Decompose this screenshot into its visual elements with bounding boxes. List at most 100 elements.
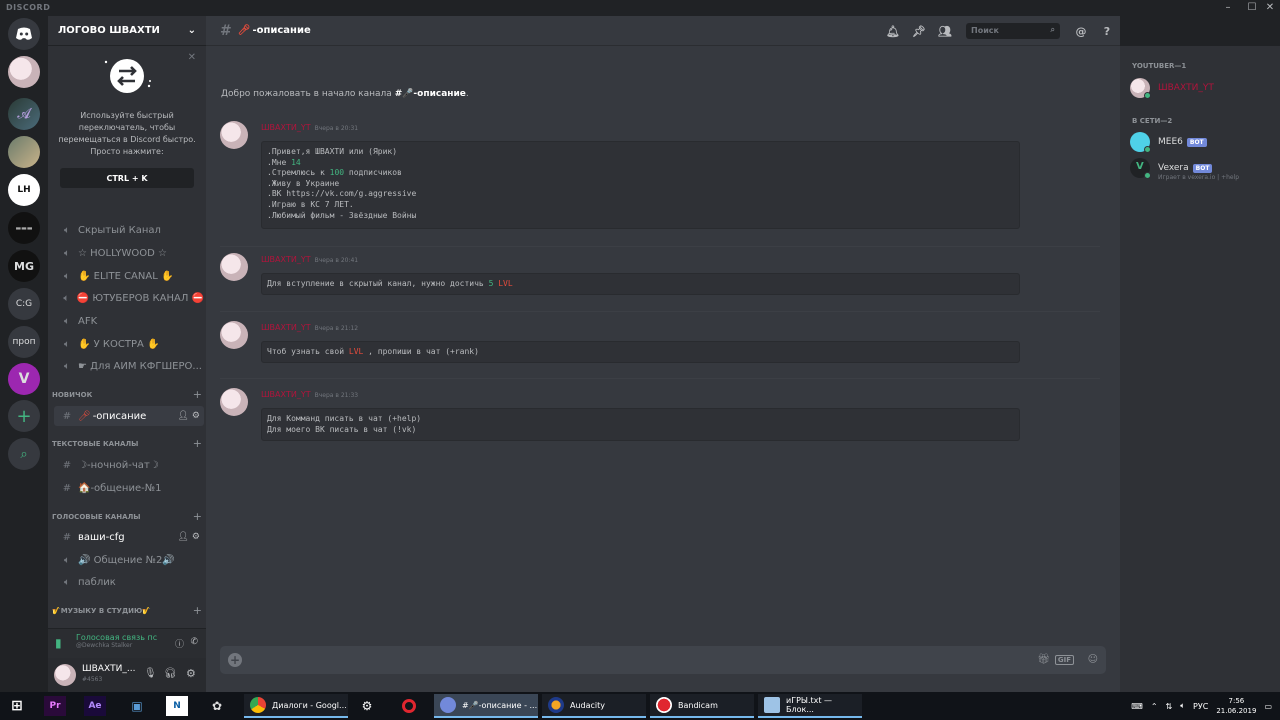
- invite-settings-icons[interactable]: 👤︎ ⚙: [178, 532, 200, 542]
- welcome-channel[interactable]: #🎤-описание: [395, 89, 466, 99]
- close-icon[interactable]: ✕: [188, 52, 196, 63]
- author-name[interactable]: ШВАХТИ_YT: [261, 390, 311, 399]
- speaker-icon: 🔈︎: [64, 315, 70, 327]
- gift-icon[interactable]: 🎁︎: [1037, 654, 1050, 665]
- invite-settings-icons[interactable]: 👤︎ ⚙: [178, 411, 200, 421]
- taskbar-task-notepad[interactable]: иГРЫ.txt — Блок...: [758, 694, 862, 718]
- category-novichok[interactable]: НОВИЧОК +: [52, 388, 202, 401]
- maximize-button[interactable]: ☐: [1244, 1, 1260, 15]
- add-channel-icon[interactable]: +: [193, 388, 202, 401]
- discord-home-button[interactable]: [8, 18, 40, 50]
- category-music[interactable]: 🎷МУЗЫКУ В СТУДИЮ🎷 +: [52, 604, 202, 617]
- avatar[interactable]: [220, 121, 248, 149]
- add-channel-icon[interactable]: +: [193, 437, 202, 450]
- app-brand: DISCORD: [6, 3, 51, 12]
- voice-channel[interactable]: 🔈︎ Скрытый Канал: [54, 220, 204, 240]
- channel-general[interactable]: # 🏠-общение-№1: [54, 478, 204, 498]
- bell-icon[interactable]: 🔔︎: [880, 25, 906, 38]
- opera-icon[interactable]: [398, 696, 420, 716]
- opera-ring: [402, 699, 416, 713]
- app-icon[interactable]: ✿: [206, 696, 228, 716]
- avatar[interactable]: [54, 664, 76, 686]
- server-icon[interactable]: MG: [8, 250, 40, 282]
- add-channel-icon[interactable]: +: [193, 510, 202, 523]
- category-text[interactable]: ТЕКСТОВЫЕ КАНАЛЫ +: [52, 437, 202, 450]
- voice-channel[interactable]: 🔈︎ ✋ У КОСТРА ✋: [54, 334, 204, 354]
- disconnect-icon[interactable]: ✆: [190, 637, 198, 647]
- taskbar-task-chrome[interactable]: Диалоги - Googl...: [244, 694, 348, 718]
- app-icon[interactable]: N: [166, 696, 188, 716]
- shortcut-key: CTRL + K: [60, 168, 194, 188]
- taskbar-task-audacity[interactable]: Audacity: [542, 694, 646, 718]
- category-voice[interactable]: ГОЛОСОВЫЕ КАНАЛЫ +: [52, 510, 202, 523]
- network-icon[interactable]: ⇅: [1166, 702, 1173, 711]
- taskbar-task-discord[interactable]: #🎤-описание - ...: [434, 694, 538, 718]
- close-button[interactable]: ✕: [1262, 1, 1278, 15]
- server-icon[interactable]: V: [8, 363, 40, 395]
- discord-icon: [440, 697, 456, 713]
- message-composer[interactable]: + 🎁︎ GIF ☺: [220, 646, 1106, 674]
- server-icon[interactable]: ▬▬▬: [8, 212, 40, 244]
- language-indicator[interactable]: РУС: [1193, 702, 1208, 711]
- headphones-icon[interactable]: 🎧︎: [164, 668, 177, 679]
- server-avatar[interactable]: [8, 56, 40, 88]
- search-input[interactable]: Поиск ⌕: [966, 23, 1060, 39]
- server-icon[interactable]: 𝓐: [8, 98, 40, 130]
- app-icon[interactable]: ▣: [126, 696, 148, 716]
- author-name[interactable]: ШВАХТИ_YT: [261, 323, 311, 332]
- members-icon[interactable]: 👥︎: [932, 25, 958, 38]
- code-line: Чтоб узнать свой LVL , пропиши в чат (+r…: [267, 347, 479, 356]
- code-line: .Играю в КС 7 ЛЕТ.: [267, 199, 354, 209]
- author-name[interactable]: ШВАХТИ_YT: [261, 123, 311, 132]
- settings-gear-icon[interactable]: ⚙: [186, 667, 196, 680]
- help-icon[interactable]: ?: [1094, 25, 1120, 38]
- info-icon[interactable]: ⓘ: [175, 637, 184, 650]
- channel-label: ✋ У КОСТРА ✋: [78, 338, 160, 350]
- channel-description[interactable]: # 🎤︎ -описание 👤︎ ⚙: [54, 406, 204, 426]
- add-channel-icon[interactable]: +: [193, 604, 202, 617]
- premiere-icon[interactable]: Pr: [44, 696, 66, 716]
- minimize-button[interactable]: –: [1220, 1, 1236, 15]
- keyboard-icon[interactable]: ⌨: [1131, 702, 1143, 711]
- voice-channel[interactable]: 🔈︎ ☆ HOLLYWOOD ☆: [54, 243, 204, 263]
- avatar[interactable]: [220, 388, 248, 416]
- gif-icon[interactable]: GIF: [1054, 655, 1074, 665]
- clock[interactable]: 7:56 21.06.2019: [1216, 696, 1256, 716]
- mention-icon[interactable]: @: [1068, 25, 1094, 38]
- voice-channel[interactable]: 🔈︎ ⛔ ЮТУБЕРОВ КАНАЛ ⛔: [54, 288, 204, 308]
- avatar[interactable]: [220, 321, 248, 349]
- server-icon[interactable]: C:G: [8, 288, 40, 320]
- volume-icon[interactable]: 🔈︎: [1180, 701, 1185, 711]
- server-icon[interactable]: LH: [8, 174, 40, 206]
- notifications-icon[interactable]: ▭: [1264, 702, 1272, 711]
- explore-search-icon[interactable]: ⌕: [8, 438, 40, 470]
- voice-channel-general2[interactable]: 🔈︎ 🔊 Общение №2🔊: [54, 550, 204, 570]
- voice-channel-public[interactable]: 🔈︎ паблик: [54, 572, 204, 592]
- emoji-icon[interactable]: ☺: [1088, 654, 1098, 665]
- member-item[interactable]: MEE6 BOT: [1130, 130, 1278, 154]
- windows-start-icon[interactable]: ⊞: [6, 696, 28, 716]
- voice-channel[interactable]: 🔈︎ ☛ Для АИМ КФГШЕРО...: [54, 356, 204, 376]
- avatar[interactable]: [220, 253, 248, 281]
- channel-label: ваши-cfg: [78, 531, 125, 543]
- chevron-up-icon[interactable]: ⌃: [1151, 702, 1158, 711]
- channel-night-chat[interactable]: # ☽-ночной-чат☽: [54, 455, 204, 475]
- server-icon[interactable]: [8, 136, 40, 168]
- upload-plus-icon[interactable]: +: [228, 653, 242, 667]
- member-item[interactable]: V Vexera BOT Играет в vexera.io | +help: [1130, 156, 1278, 181]
- member-item[interactable]: ШВАХТИ_YT: [1130, 76, 1278, 100]
- after-effects-icon[interactable]: Ae: [84, 696, 106, 716]
- add-server-icon[interactable]: +: [8, 400, 40, 432]
- steam-icon[interactable]: ⚙: [356, 696, 378, 716]
- author-name[interactable]: ШВАХТИ_YT: [261, 255, 311, 264]
- guild-header[interactable]: ЛОГОВО ШВАХТИ ⌄: [48, 16, 206, 46]
- channel-label: ☛ Для АИМ КФГШЕРО...: [78, 360, 202, 372]
- microphone-icon[interactable]: 🎙︎: [144, 668, 157, 679]
- taskbar-task-bandicam[interactable]: Bandicam: [650, 694, 754, 718]
- code-block: Для Комманд писать в чат (+help) Для моег…: [261, 408, 1020, 441]
- voice-channel[interactable]: 🔈︎ AFK: [54, 311, 204, 331]
- server-icon[interactable]: проп: [8, 326, 40, 358]
- pin-icon[interactable]: 📌︎: [906, 25, 932, 38]
- channel-cfg[interactable]: # ваши-cfg 👤︎ ⚙: [54, 527, 204, 547]
- voice-channel[interactable]: 🔈︎ ✋ ELITE CANAL ✋: [54, 266, 204, 286]
